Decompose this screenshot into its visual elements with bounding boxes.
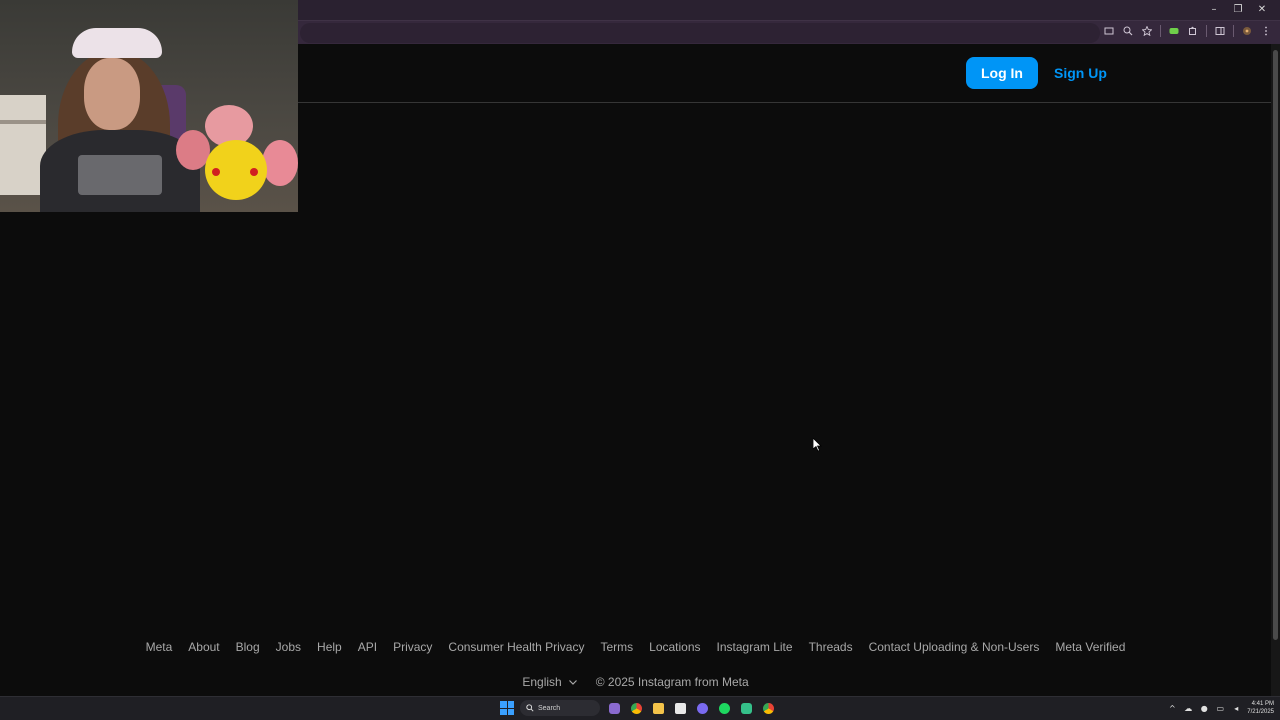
footer-link-help[interactable]: Help xyxy=(317,640,342,654)
footer-link-meta-verified[interactable]: Meta Verified xyxy=(1055,640,1125,654)
chevron-down-icon xyxy=(568,680,577,685)
search-placeholder: Search xyxy=(538,704,561,712)
discord-app-icon[interactable] xyxy=(694,700,710,716)
extension-green-icon[interactable] xyxy=(1168,25,1180,37)
cloud-icon[interactable]: ☁ xyxy=(1183,703,1193,713)
extensions-puzzle-icon[interactable] xyxy=(1187,25,1199,37)
file-explorer-app-icon[interactable] xyxy=(650,700,666,716)
taskbar-clock[interactable]: 4:41 PM 7/21/2025 xyxy=(1247,700,1274,716)
language-selector[interactable]: English xyxy=(522,675,577,689)
footer-link-jobs[interactable]: Jobs xyxy=(276,640,301,654)
webcam-plush-pink xyxy=(262,140,298,186)
bookmark-star-icon[interactable] xyxy=(1141,25,1153,37)
page-scrollbar[interactable] xyxy=(1271,44,1280,696)
clock-date: 7/21/2025 xyxy=(1247,709,1274,715)
calendar-app-icon[interactable] xyxy=(672,700,688,716)
webcam-plush-cheek xyxy=(212,168,220,176)
monitor-icon[interactable]: ▭ xyxy=(1215,703,1225,713)
mouse-cursor xyxy=(813,438,822,452)
webcam-plush-cheek xyxy=(250,168,258,176)
windows-taskbar: Search ^ ☁ ● ▭ ◂ 4:41 PM 7/21/2025 xyxy=(0,696,1280,720)
copyright: © 2025 Instagram from Meta xyxy=(595,675,749,689)
volume-icon[interactable]: ◂ xyxy=(1231,703,1241,713)
widgets-app-icon[interactable] xyxy=(606,700,622,716)
toolbar-separator xyxy=(1206,25,1207,37)
chrome-app-icon[interactable] xyxy=(628,700,644,716)
spotify-app-icon[interactable] xyxy=(716,700,732,716)
chrome-active-app-icon[interactable] xyxy=(760,700,776,716)
footer-link-privacy[interactable]: Privacy xyxy=(393,640,432,654)
webcam-overlay xyxy=(0,0,298,212)
scrollbar-thumb[interactable] xyxy=(1273,50,1278,640)
chevron-up-icon[interactable]: ^ xyxy=(1167,703,1177,713)
menu-kebab-icon[interactable] xyxy=(1260,25,1272,37)
signup-link[interactable]: Sign Up xyxy=(1050,57,1111,89)
footer-link-consumer-health-privacy[interactable]: Consumer Health Privacy xyxy=(448,640,584,654)
profile-icon[interactable] xyxy=(1241,25,1253,37)
footer-link-threads[interactable]: Threads xyxy=(809,640,853,654)
clock-time: 4:41 PM xyxy=(1251,701,1274,707)
footer-link-about[interactable]: About xyxy=(188,640,219,654)
footer-link-contact-uploading[interactable]: Contact Uploading & Non-Users xyxy=(869,640,1040,654)
webcam-hoodie-print xyxy=(78,155,162,195)
minimize-button[interactable]: – xyxy=(1202,2,1226,18)
cast-icon[interactable] xyxy=(1103,25,1115,37)
toolbar-separator xyxy=(1233,25,1234,37)
taskbar-apps: Search xyxy=(500,700,776,716)
zoom-icon[interactable] xyxy=(1122,25,1134,37)
toolbar-separator xyxy=(1160,25,1161,37)
microphone-icon[interactable]: ● xyxy=(1199,703,1209,713)
footer-link-instagram-lite[interactable]: Instagram Lite xyxy=(717,640,793,654)
toolbar-icons xyxy=(1103,25,1272,37)
webcam-shelf-edge xyxy=(0,120,46,124)
window-controls: – ❐ ✕ xyxy=(1202,2,1274,18)
restore-button[interactable]: ❐ xyxy=(1226,2,1250,18)
webcam-bunny-hat xyxy=(72,28,162,58)
windows-start-icon[interactable] xyxy=(500,701,514,715)
footer-link-api[interactable]: API xyxy=(358,640,377,654)
login-button[interactable]: Log In xyxy=(966,57,1038,89)
system-tray: ^ ☁ ● ▭ ◂ 4:41 PM 7/21/2025 xyxy=(1167,700,1274,716)
language-label: English xyxy=(522,675,562,689)
footer-bottom: English © 2025 Instagram from Meta xyxy=(0,675,1271,689)
footer-links: Meta About Blog Jobs Help API Privacy Co… xyxy=(0,640,1271,654)
footer-link-blog[interactable]: Blog xyxy=(236,640,260,654)
footer-link-meta[interactable]: Meta xyxy=(146,640,173,654)
close-button[interactable]: ✕ xyxy=(1250,2,1274,18)
webcam-person-face xyxy=(84,58,140,130)
taskbar-search[interactable]: Search xyxy=(520,700,600,716)
green-app-icon[interactable] xyxy=(738,700,754,716)
search-icon xyxy=(526,704,534,712)
sidebar-icon[interactable] xyxy=(1214,25,1226,37)
footer-link-terms[interactable]: Terms xyxy=(600,640,633,654)
address-bar[interactable] xyxy=(300,23,1100,43)
footer-link-locations[interactable]: Locations xyxy=(649,640,700,654)
